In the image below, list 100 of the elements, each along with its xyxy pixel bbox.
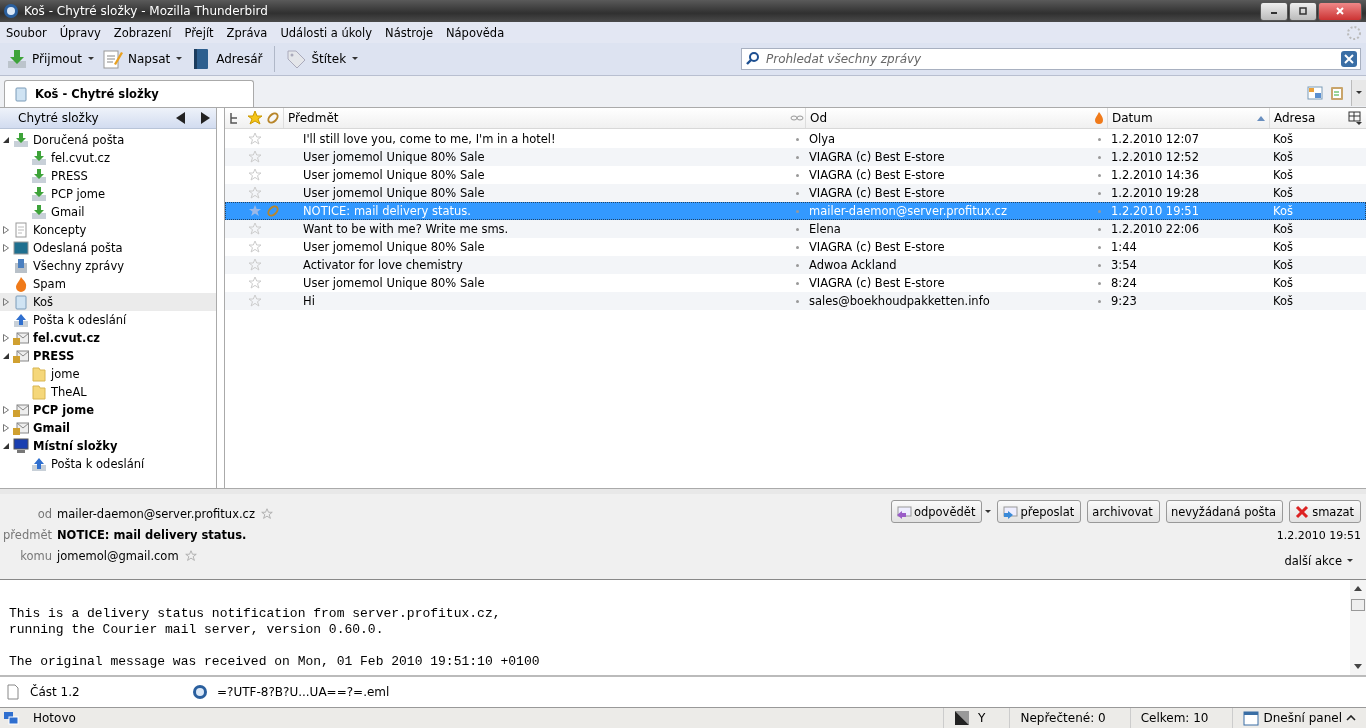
expanded-arrow-icon[interactable] <box>2 442 10 450</box>
star-icon[interactable] <box>247 167 263 183</box>
collapsed-arrow-icon[interactable] <box>2 334 10 342</box>
column-header[interactable]: Adresa <box>1269 108 1347 128</box>
folder-item[interactable]: Všechny zprávy <box>0 257 216 275</box>
menu-item[interactable]: Zobrazení <box>113 25 172 40</box>
message-row[interactable]: I'll still love you, come to me, I'm in a hotel! Olya 1.2.2010 12:07 Koš <box>225 130 1366 148</box>
dropdown-arrow-icon[interactable] <box>985 509 992 514</box>
folder-item[interactable]: fel.cvut.cz <box>0 329 216 347</box>
scroll-up-icon[interactable] <box>1354 586 1362 591</box>
folder-item[interactable]: PRESS <box>0 167 216 185</box>
today-pane-button[interactable]: Dnešní panel <box>1232 708 1366 728</box>
star-column-icon[interactable] <box>247 110 263 126</box>
folder-item[interactable]: Pošta k odeslání <box>0 455 216 473</box>
attachment-name[interactable]: =?UTF-8?B?U...UA==?=.eml <box>217 685 390 699</box>
search-field[interactable]: Prohledat všechny zprávy <box>741 48 1361 70</box>
message-row[interactable]: Hi sales@boekhoudpakketten.info 9:23 Koš <box>225 292 1366 310</box>
message-row[interactable]: User jomemol Unique 80% Sale VIAGRA (c) Best E-store 1.2.2010 19:28 Koš <box>225 184 1366 202</box>
attachment-column-icon[interactable] <box>265 110 281 126</box>
app-logo-icon[interactable] <box>192 684 208 700</box>
scroll-thumb[interactable] <box>1351 599 1365 611</box>
menu-item[interactable]: Zpráva <box>226 25 268 40</box>
star-icon[interactable] <box>247 239 263 255</box>
message-row[interactable]: User jomemol Unique 80% Sale VIAGRA (c) Best E-store 1.2.2010 14:36 Koš <box>225 166 1366 184</box>
collapsed-arrow-icon[interactable] <box>2 424 10 432</box>
star-icon[interactable] <box>247 149 263 165</box>
scroll-down-icon[interactable] <box>1354 664 1362 669</box>
star-icon[interactable] <box>247 131 263 147</box>
next-view-icon[interactable] <box>200 112 210 124</box>
more-actions-button[interactable]: další akce <box>1284 554 1361 568</box>
folder-item[interactable]: TheAL <box>0 383 216 401</box>
attachment-name[interactable]: Část 1.2 <box>30 685 80 699</box>
message-action-button[interactable]: nevyžádaná pošta <box>1165 500 1284 523</box>
download-tray-icon[interactable] <box>6 48 28 70</box>
folder-item[interactable]: PCP jome <box>0 185 216 203</box>
star-icon[interactable] <box>183 549 198 563</box>
star-icon[interactable] <box>247 203 263 219</box>
column-header[interactable]: Datum <box>1107 108 1257 128</box>
toolbar-button[interactable]: Štítek <box>309 47 349 71</box>
star-icon[interactable] <box>247 275 263 291</box>
folder-item[interactable]: jome <box>0 365 216 383</box>
folder-item[interactable]: Odeslaná pošta <box>0 239 216 257</box>
collapsed-arrow-icon[interactable] <box>2 298 10 306</box>
file-icon[interactable] <box>5 684 21 700</box>
folder-item[interactable]: Koncepty <box>0 221 216 239</box>
column-header[interactable]: Předmět <box>283 108 789 128</box>
message-row[interactable]: Activator for love chemistry Adwoa Ackland 3:54 Koš <box>225 256 1366 274</box>
collapsed-arrow-icon[interactable] <box>2 406 10 414</box>
message-action-button[interactable]: smazat <box>1289 500 1361 523</box>
menu-item[interactable]: Úpravy <box>59 25 101 40</box>
header-value[interactable]: mailer-daemon@server.profitux.cz <box>57 507 255 521</box>
dropdown-arrow-icon[interactable] <box>176 57 183 61</box>
collapsed-arrow-icon[interactable] <box>2 226 10 234</box>
menu-item[interactable]: Soubor <box>6 25 47 40</box>
folder-item[interactable]: Doručená pošta <box>0 131 216 149</box>
pencil-page-icon[interactable] <box>101 48 124 70</box>
expanded-arrow-icon[interactable] <box>2 352 10 360</box>
maximize-button[interactable] <box>1289 1 1317 21</box>
folder-item[interactable]: Spam <box>0 275 216 293</box>
message-action-button[interactable]: přeposlat <box>997 500 1082 523</box>
star-icon[interactable] <box>260 507 274 521</box>
folder-item[interactable]: PRESS <box>0 347 216 365</box>
folder-item[interactable]: fel.cvut.cz <box>0 149 216 167</box>
message-row[interactable]: Want to be with me? Write me sms. Elena 1.2.2010 22:06 Koš <box>225 220 1366 238</box>
menu-item[interactable]: Přejít <box>184 25 214 40</box>
folder-item[interactable]: PCP jome <box>0 401 216 419</box>
message-action-button[interactable]: archivovat <box>1087 500 1160 523</box>
star-icon[interactable] <box>247 221 263 237</box>
header-value[interactable]: jomemol@gmail.com <box>57 549 179 563</box>
scrollbar[interactable] <box>1350 580 1366 675</box>
folder-item[interactable]: Koš <box>0 293 216 311</box>
toolbar-button[interactable]: Napsat <box>125 47 173 71</box>
toolbar-button[interactable]: Přijmout <box>30 47 84 71</box>
expanded-arrow-icon[interactable] <box>2 136 10 144</box>
message-row[interactable]: User jomemol Unique 80% Sale VIAGRA (c) Best E-store 1.2.2010 12:52 Koš <box>225 148 1366 166</box>
folder-item[interactable]: Gmail <box>0 203 216 221</box>
computers-icon[interactable] <box>3 710 19 726</box>
menu-item[interactable]: Nástroje <box>385 25 433 40</box>
column-header[interactable]: Od <box>805 108 1091 128</box>
tab[interactable]: Koš - Chytré složky <box>4 80 254 107</box>
message-action-button[interactable]: odpovědět <box>890 500 983 523</box>
dropdown-arrow-icon[interactable] <box>87 57 94 61</box>
folder-item[interactable]: Gmail <box>0 419 216 437</box>
folder-item[interactable]: Pošta k odeslání <box>0 311 216 329</box>
close-button[interactable] <box>1318 1 1362 21</box>
clipboard-icon[interactable] <box>1329 85 1345 101</box>
layout-icon[interactable] <box>1307 85 1323 101</box>
menu-item[interactable]: Události a úkoly <box>280 25 373 40</box>
star-icon[interactable] <box>247 257 263 273</box>
collapsed-arrow-icon[interactable] <box>2 244 10 252</box>
folder-item[interactable]: Místní složky <box>0 437 216 455</box>
menu-item[interactable]: Nápověda <box>445 25 505 40</box>
dropdown-arrow-icon[interactable] <box>352 57 359 61</box>
star-icon[interactable] <box>247 185 263 201</box>
message-row[interactable]: User jomemol Unique 80% Sale VIAGRA (c) Best E-store 1:44 Koš <box>225 238 1366 256</box>
clear-search-icon[interactable] <box>1341 51 1357 67</box>
star-icon[interactable] <box>247 293 263 309</box>
previous-view-icon[interactable] <box>176 112 186 124</box>
message-row[interactable]: User jomemol Unique 80% Sale VIAGRA (c) Best E-store 8:24 Koš <box>225 274 1366 292</box>
minimize-button[interactable] <box>1260 1 1288 21</box>
